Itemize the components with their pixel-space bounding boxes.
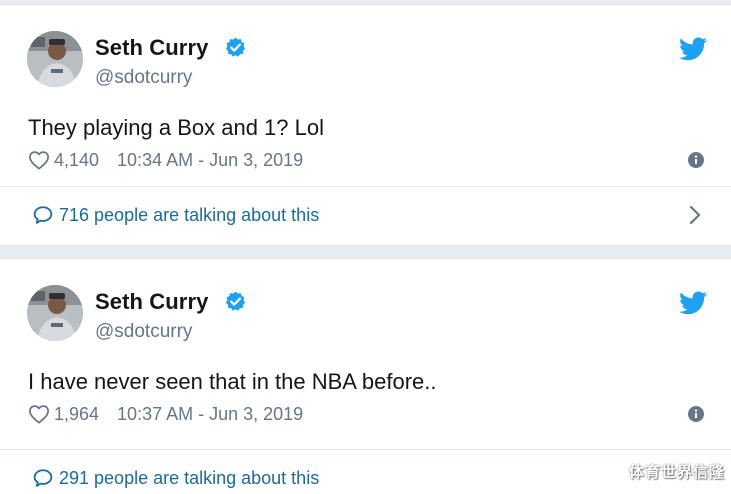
tweet-text: I have never seen that in the NBA before… <box>28 369 437 394</box>
verified-badge-icon <box>225 291 246 311</box>
heart-icon[interactable] <box>28 150 50 170</box>
avatar[interactable] <box>27 285 83 341</box>
tweet-body[interactable]: Seth Curry @sdotcurry They playing a Box… <box>0 5 731 186</box>
tweet-meta: 1,964 10:37 AM - Jun 3, 2019 <box>28 402 303 426</box>
watermark: 体育世界信隆 <box>628 463 725 481</box>
author-name[interactable]: Seth Curry <box>95 35 208 61</box>
like-count[interactable]: 4,140 <box>54 150 99 171</box>
author-name[interactable]: Seth Curry <box>95 289 208 315</box>
heart-icon[interactable] <box>28 404 50 424</box>
tweet-body[interactable]: Seth Curry @sdotcurry I have never seen … <box>0 259 731 440</box>
tweet-card[interactable]: Seth Curry @sdotcurry They playing a Box… <box>0 4 731 246</box>
author-handle[interactable]: @sdotcurry <box>95 321 192 343</box>
chevron-right-icon[interactable] <box>689 205 701 225</box>
tweet-meta: 4,140 10:34 AM - Jun 3, 2019 <box>28 148 303 172</box>
like-count[interactable]: 1,964 <box>54 404 99 425</box>
verified-badge-icon <box>225 37 246 57</box>
twitter-bird-icon[interactable] <box>679 291 707 315</box>
speech-bubble-icon <box>33 206 53 224</box>
twitter-bird-icon[interactable] <box>679 37 707 61</box>
info-icon[interactable] <box>688 406 704 422</box>
tweet-text: They playing a Box and 1? Lol <box>28 115 324 140</box>
tweet-embeds-page: Seth Curry @sdotcurry They playing a Box… <box>0 0 731 494</box>
tweet-timestamp[interactable]: 10:37 AM - Jun 3, 2019 <box>117 404 303 425</box>
speech-bubble-icon <box>33 469 53 487</box>
tweet-timestamp[interactable]: 10:34 AM - Jun 3, 2019 <box>117 150 303 171</box>
talking-count[interactable]: 716 people are talking about this <box>59 205 319 226</box>
info-icon[interactable] <box>688 152 704 168</box>
talking-count[interactable]: 291 people are talking about this <box>59 468 319 489</box>
author-handle[interactable]: @sdotcurry <box>95 67 192 89</box>
avatar[interactable] <box>27 31 83 87</box>
conversation-link[interactable]: 716 people are talking about this <box>0 186 731 243</box>
conversation-link[interactable]: 291 people are talking about this <box>0 449 731 494</box>
tweet-card[interactable]: Seth Curry @sdotcurry I have never seen … <box>0 258 731 494</box>
